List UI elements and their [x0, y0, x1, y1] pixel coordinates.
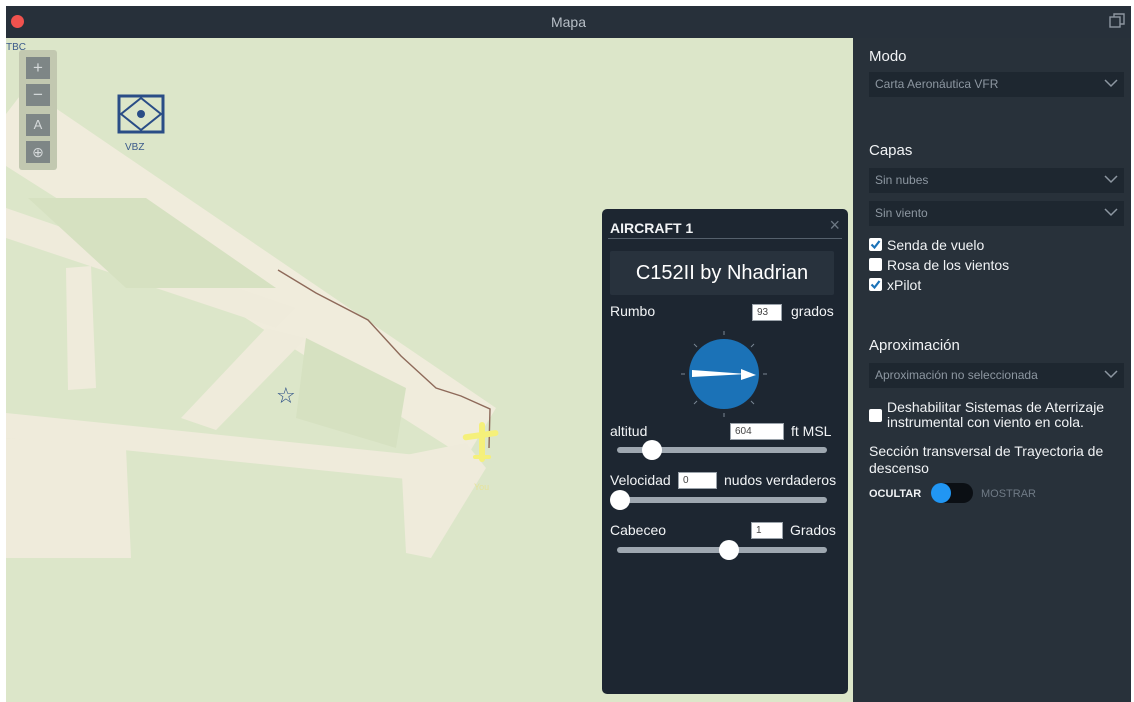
- disable-ils-label-line2: instrumental con viento en cola.: [887, 414, 1084, 430]
- checkmark-icon: [870, 240, 881, 250]
- altitude-input[interactable]: [730, 423, 784, 440]
- altitude-label: altitud: [610, 423, 648, 439]
- zoom-out-button[interactable]: −: [26, 84, 50, 106]
- cross-section-title-line2: descenso: [869, 460, 929, 476]
- labels-toggle-button[interactable]: A: [26, 114, 50, 136]
- mode-title: Modo: [869, 48, 907, 65]
- altitude-unit: ft MSL: [791, 423, 832, 439]
- taxiway: [181, 328, 306, 430]
- map-window: Mapa ☆ TBC + − A ⊕ VBZ You AIRCRAFT 1 × …: [6, 6, 1131, 702]
- pitch-slider-handle[interactable]: [719, 540, 740, 560]
- popup-title: AIRCRAFT 1: [610, 220, 694, 236]
- clouds-select[interactable]: Sin nubes: [869, 168, 1124, 193]
- wind-select-value: Sin viento: [875, 206, 928, 220]
- apron: [6, 438, 131, 558]
- xpilot-checkbox[interactable]: [869, 278, 882, 291]
- taxiway: [401, 443, 486, 558]
- pitch-label: Cabeceo: [610, 522, 667, 538]
- aircraft-popup: AIRCRAFT 1 × C152II by Nhadrian Rumbo gr…: [602, 209, 848, 694]
- chevron-down-icon: [1104, 370, 1118, 379]
- aircraft-label: You: [474, 482, 490, 492]
- map-controls: + − A ⊕: [19, 50, 57, 170]
- speed-unit: nudos verdaderos: [724, 472, 837, 488]
- approach-title: Aproximación: [869, 337, 960, 354]
- speed-slider-handle[interactable]: [610, 490, 630, 510]
- approach-select-value: Aproximación no seleccionada: [875, 368, 1038, 382]
- altitude-slider-handle[interactable]: [641, 440, 662, 460]
- heading-input[interactable]: [752, 304, 782, 321]
- aircraft-name: C152II by Nhadrian: [610, 251, 834, 295]
- checkmark-icon: [870, 280, 881, 290]
- pitch-input[interactable]: [751, 522, 783, 539]
- window-title: Mapa: [550, 14, 587, 30]
- speed-label: Velocidad: [610, 472, 671, 488]
- zoom-in-button[interactable]: +: [26, 57, 50, 79]
- approach-select[interactable]: Aproximación no seleccionada: [869, 363, 1124, 388]
- cross-section-toggle-knob[interactable]: [931, 483, 951, 503]
- speed-slider[interactable]: [617, 497, 827, 503]
- settings-sidebar: Modo Carta Aeronáutica VFR Capas Sin nub…: [853, 38, 1131, 702]
- wind-select[interactable]: Sin viento: [869, 201, 1124, 226]
- toggle-off-label: OCULTAR: [869, 488, 922, 500]
- map-view[interactable]: ☆ TBC + − A ⊕ VBZ You AIRCRAFT 1 × C152I…: [6, 38, 853, 702]
- flight-path-checkbox[interactable]: [869, 238, 882, 251]
- close-icon[interactable]: ×: [829, 215, 840, 236]
- disable-ils-checkbox[interactable]: [869, 409, 882, 422]
- vbz-navaid-icon: [117, 94, 165, 134]
- disable-ils-label-line1: Deshabilitar Sistemas de Aterrizaje: [887, 399, 1105, 415]
- heading-compass[interactable]: [679, 329, 769, 419]
- wind-rose-checkbox[interactable]: [869, 258, 882, 271]
- restore-window-icon[interactable]: [1108, 12, 1126, 30]
- mode-select[interactable]: Carta Aeronáutica VFR: [869, 72, 1124, 97]
- speed-input[interactable]: [678, 472, 717, 489]
- layers-title: Capas: [869, 142, 913, 159]
- taxiway: [66, 266, 96, 390]
- divider: [608, 238, 842, 239]
- center-on-aircraft-button[interactable]: ⊕: [26, 141, 50, 163]
- heading-label: Rumbo: [610, 303, 656, 319]
- wind-rose-label: Rosa de los vientos: [887, 257, 1010, 273]
- chevron-down-icon: [1104, 79, 1118, 88]
- pitch-unit: Grados: [790, 522, 836, 538]
- chevron-down-icon: [1104, 208, 1118, 217]
- title-bar: Mapa: [6, 6, 1131, 38]
- toggle-on-label: MOSTRAR: [981, 488, 1036, 500]
- clouds-select-value: Sin nubes: [875, 173, 929, 187]
- flight-path-label: Senda de vuelo: [887, 237, 985, 253]
- xpilot-label: xPilot: [887, 277, 922, 293]
- airport-star-icon: ☆: [276, 384, 296, 409]
- chevron-down-icon: [1104, 175, 1118, 184]
- heading-unit: grados: [791, 303, 834, 319]
- cross-section-title-line1: Sección transversal de Trayectoria de: [869, 443, 1104, 459]
- mode-select-value: Carta Aeronáutica VFR: [875, 77, 999, 91]
- navaid-label: VBZ: [125, 142, 145, 153]
